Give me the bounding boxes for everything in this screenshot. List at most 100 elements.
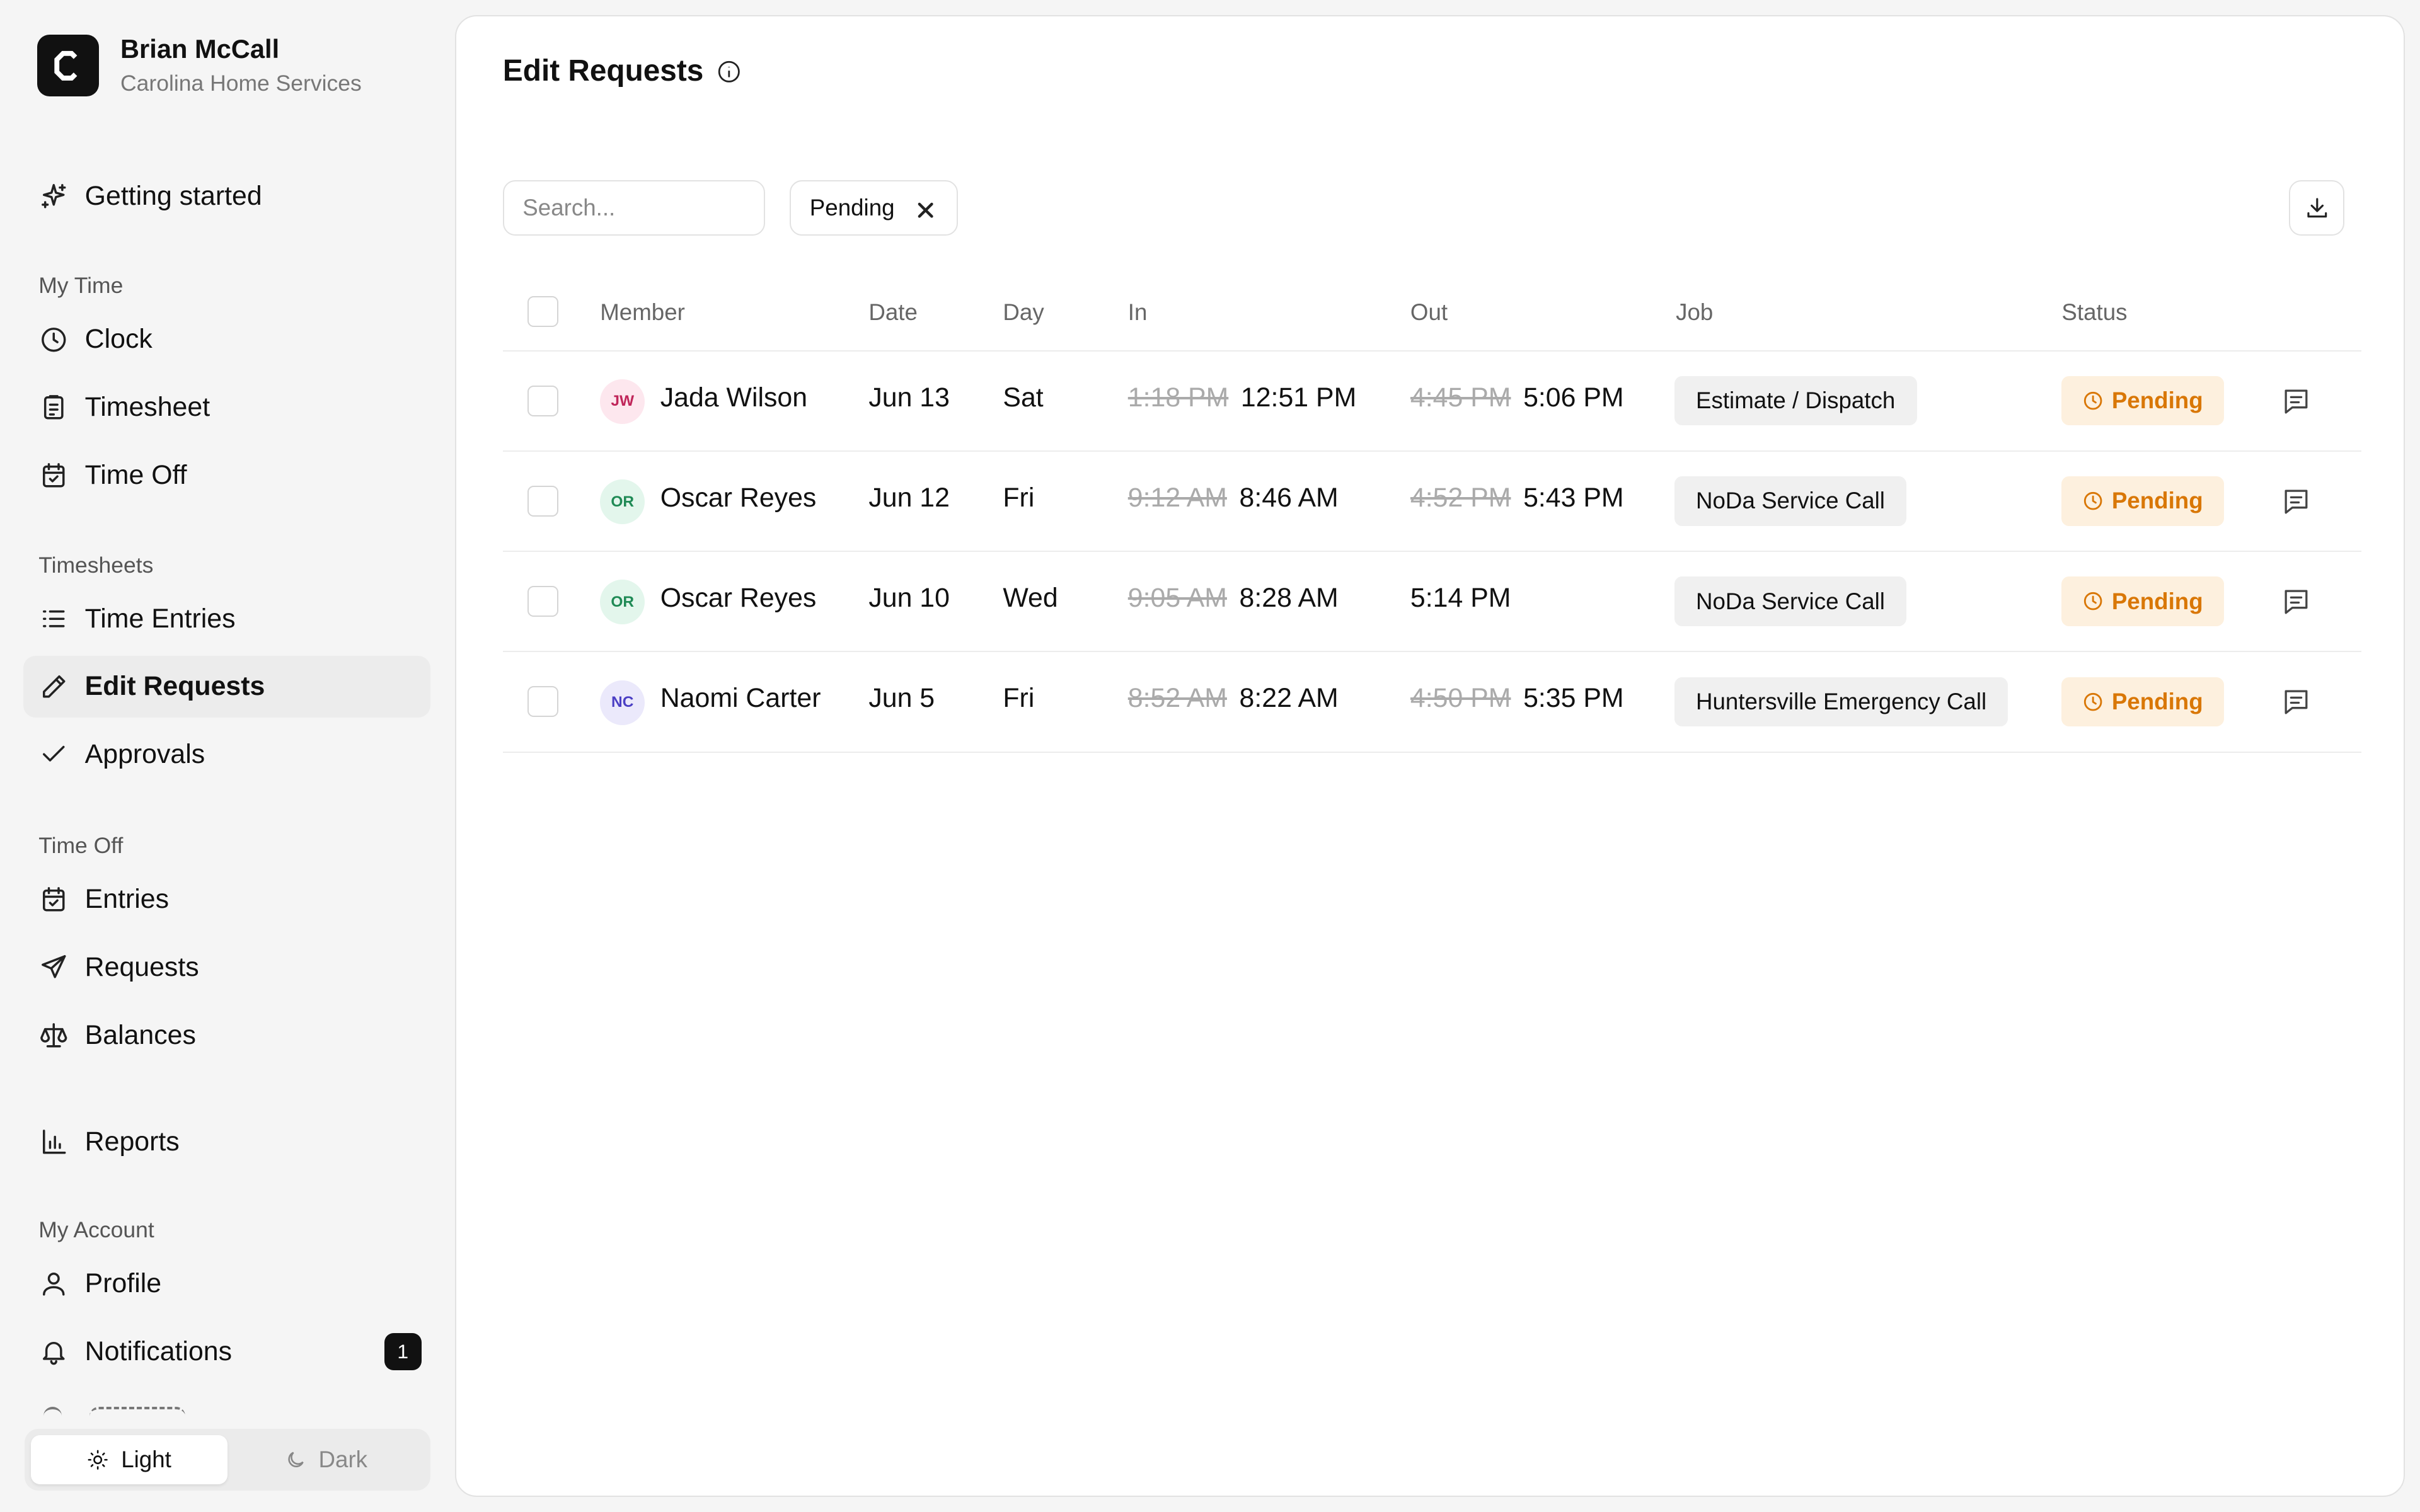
- member-name: Jada Wilson: [660, 382, 808, 413]
- user-icon: [38, 1268, 69, 1299]
- clock-icon: [38, 324, 69, 355]
- requested-in-time: 8:22 AM: [1239, 683, 1339, 714]
- original-in-time: 8:52 AM: [1127, 683, 1227, 714]
- status-label: Pending: [2111, 588, 2203, 614]
- sidebar-item-label: Timesheet: [84, 392, 210, 423]
- sidebar-item-partially-hidden[interactable]: [38, 1398, 409, 1419]
- theme-dark-button[interactable]: Dark: [228, 1435, 424, 1484]
- column-header-member[interactable]: Member: [600, 299, 685, 326]
- sidebar-item-time-entries[interactable]: Time Entries: [23, 588, 431, 650]
- search-input[interactable]: [502, 180, 766, 236]
- list-icon: [38, 604, 69, 634]
- sidebar-item-notifications[interactable]: Notifications 1: [23, 1320, 431, 1382]
- requested-in-time: 8:46 AM: [1239, 483, 1339, 513]
- in-cell: 8:52 AM 8:22 AM: [1128, 683, 1339, 714]
- sidebar-item-label: Time Entries: [84, 603, 236, 634]
- sidebar-item-label: Entries: [84, 884, 170, 915]
- out-cell: 4:50 PM 5:35 PM: [1410, 683, 1624, 714]
- bell-icon: [38, 1336, 69, 1367]
- sidebar-item-requests[interactable]: Requests: [23, 937, 431, 999]
- column-header-status[interactable]: Status: [2061, 299, 2127, 326]
- status-badge: Pending: [2061, 476, 2224, 526]
- moon-icon: [288, 1452, 304, 1467]
- organization-name: Carolina Home Services: [120, 70, 362, 96]
- original-in-time: 1:18 PM: [1127, 382, 1229, 413]
- status-badge: Pending: [2061, 677, 2224, 726]
- sidebar-item-getting-started[interactable]: Getting started: [23, 165, 431, 227]
- comment-icon[interactable]: [2281, 386, 2312, 416]
- sidebar-item-label: Time Off: [84, 459, 187, 490]
- info-icon[interactable]: [716, 58, 742, 84]
- table-row[interactable]: NC Naomi Carter Jun 5 Fri 8:52 AM 8:22 AM…: [502, 652, 2361, 753]
- filter-chip-pending[interactable]: Pending: [790, 180, 959, 236]
- comment-icon[interactable]: [2281, 586, 2312, 617]
- app: Brian McCall Carolina Home Services Gett…: [0, 0, 2420, 1512]
- user-name: Brian McCall: [120, 34, 280, 64]
- download-button[interactable]: [2289, 180, 2345, 236]
- sidebar-item-label: Notifications: [84, 1336, 233, 1366]
- requested-out-time: 5:14 PM: [1410, 583, 1511, 614]
- out-cell: 4:45 PM 5:06 PM: [1410, 382, 1624, 413]
- bar-chart-icon: [38, 1126, 69, 1157]
- status-label: Pending: [2111, 488, 2203, 514]
- column-header-day[interactable]: Day: [1003, 299, 1044, 326]
- sidebar-item-label: Clock: [84, 324, 153, 355]
- account-header[interactable]: Brian McCall Carolina Home Services: [37, 32, 362, 98]
- column-header-out[interactable]: Out: [1410, 299, 1448, 326]
- section-label-my-time: My Time: [38, 273, 124, 299]
- section-label-timesheets: Timesheets: [38, 552, 154, 578]
- sidebar-item-time-off[interactable]: Time Off: [23, 444, 431, 506]
- sidebar-item-approvals[interactable]: Approvals: [23, 724, 431, 786]
- out-cell: 5:14 PM: [1410, 583, 1511, 614]
- sidebar-item-clock[interactable]: Clock: [23, 309, 431, 370]
- row-checkbox[interactable]: [527, 686, 559, 718]
- section-label-time-off: Time Off: [38, 833, 124, 859]
- sidebar-item-profile[interactable]: Profile: [23, 1253, 431, 1315]
- column-header-in[interactable]: In: [1128, 299, 1148, 326]
- in-cell: 9:05 AM 8:28 AM: [1128, 583, 1339, 614]
- sidebar-item-label: Reports: [84, 1126, 180, 1157]
- sidebar-item-reports[interactable]: Reports: [23, 1111, 431, 1172]
- status-label: Pending: [2111, 688, 2203, 714]
- day-cell: Fri: [1003, 683, 1035, 714]
- original-in-time: 9:12 AM: [1127, 483, 1227, 513]
- sidebar-item-entries[interactable]: Entries: [23, 869, 431, 931]
- logo-c-icon: [54, 50, 78, 81]
- comment-icon[interactable]: [2281, 686, 2312, 717]
- calendar-check-icon: [38, 460, 69, 491]
- column-header-job[interactable]: Job: [1676, 299, 1713, 326]
- table-row[interactable]: OR Oscar Reyes Jun 12 Fri 9:12 AM 8:46 AM…: [502, 452, 2361, 553]
- main-panel: Edit Requests Pending Member Date Day In…: [455, 15, 2405, 1497]
- sidebar-item-label: Profile: [84, 1268, 162, 1299]
- requested-out-time: 5:43 PM: [1523, 483, 1624, 513]
- row-checkbox[interactable]: [527, 485, 559, 517]
- clock-icon: [2084, 391, 2102, 410]
- comment-icon[interactable]: [2281, 486, 2312, 517]
- company-logo: [37, 35, 99, 97]
- date-cell: Jun 10: [868, 583, 950, 614]
- theme-dark-label: Dark: [318, 1446, 368, 1472]
- column-header-date[interactable]: Date: [868, 299, 918, 326]
- avatar: OR: [600, 479, 645, 525]
- requested-out-time: 5:35 PM: [1523, 683, 1624, 714]
- row-checkbox[interactable]: [527, 586, 559, 617]
- notifications-count-badge: 1: [384, 1332, 422, 1370]
- day-cell: Wed: [1003, 583, 1058, 614]
- sidebar-item-balances[interactable]: Balances: [23, 1004, 431, 1066]
- section-label-my-account: My Account: [38, 1217, 154, 1243]
- calendar-check-icon: [38, 884, 69, 915]
- row-checkbox[interactable]: [527, 385, 559, 416]
- sparkles-icon: [38, 181, 69, 212]
- sidebar-item-timesheet[interactable]: Timesheet: [23, 377, 431, 438]
- pencil-icon: [38, 671, 69, 702]
- sidebar-item-edit-requests[interactable]: Edit Requests: [23, 655, 431, 718]
- table-row[interactable]: OR Oscar Reyes Jun 10 Wed 9:05 AM 8:28 AM…: [502, 552, 2361, 653]
- status-badge: Pending: [2061, 376, 2224, 426]
- select-all-checkbox[interactable]: [527, 295, 559, 327]
- status-badge: Pending: [2061, 576, 2224, 626]
- member-name: Naomi Carter: [660, 683, 821, 714]
- job-tag: Estimate / Dispatch: [1674, 376, 1917, 426]
- close-icon[interactable]: [916, 198, 935, 218]
- table-row[interactable]: JW Jada Wilson Jun 13 Sat 1:18 PM 12:51 P…: [502, 352, 2361, 452]
- theme-light-button[interactable]: Light: [30, 1435, 228, 1484]
